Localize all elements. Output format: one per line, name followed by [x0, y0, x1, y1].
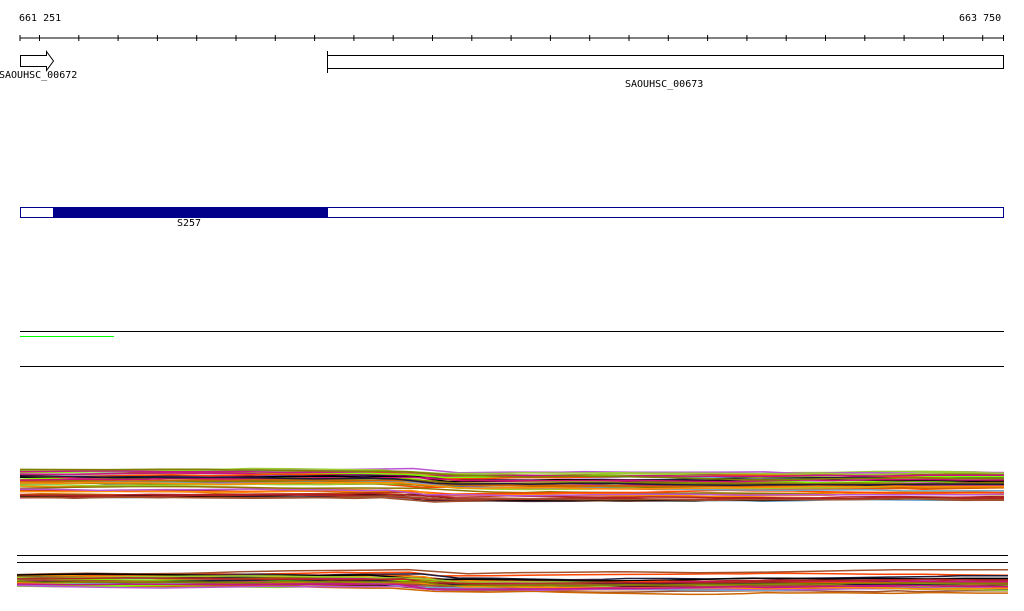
gene-label-SAOUHSC_00672: SAOUHSC_00672 [0, 70, 78, 81]
genome-browser-canvas [16, 35, 1008, 596]
gene-label-SAOUHSC_00673: SAOUHSC_00673 [625, 79, 704, 90]
alignment-lines-track-2 [16, 568, 1008, 596]
feature-label-S257: S257 [177, 218, 202, 229]
feature-block-S257[interactable] [53, 207, 328, 218]
gene-arrow-SAOUHSC_00672[interactable] [20, 49, 55, 73]
ruler [19, 35, 1004, 41]
alignment-lines-track-1 [19, 467, 1004, 503]
gene-box-SAOUHSC_00673[interactable] [327, 55, 1004, 69]
